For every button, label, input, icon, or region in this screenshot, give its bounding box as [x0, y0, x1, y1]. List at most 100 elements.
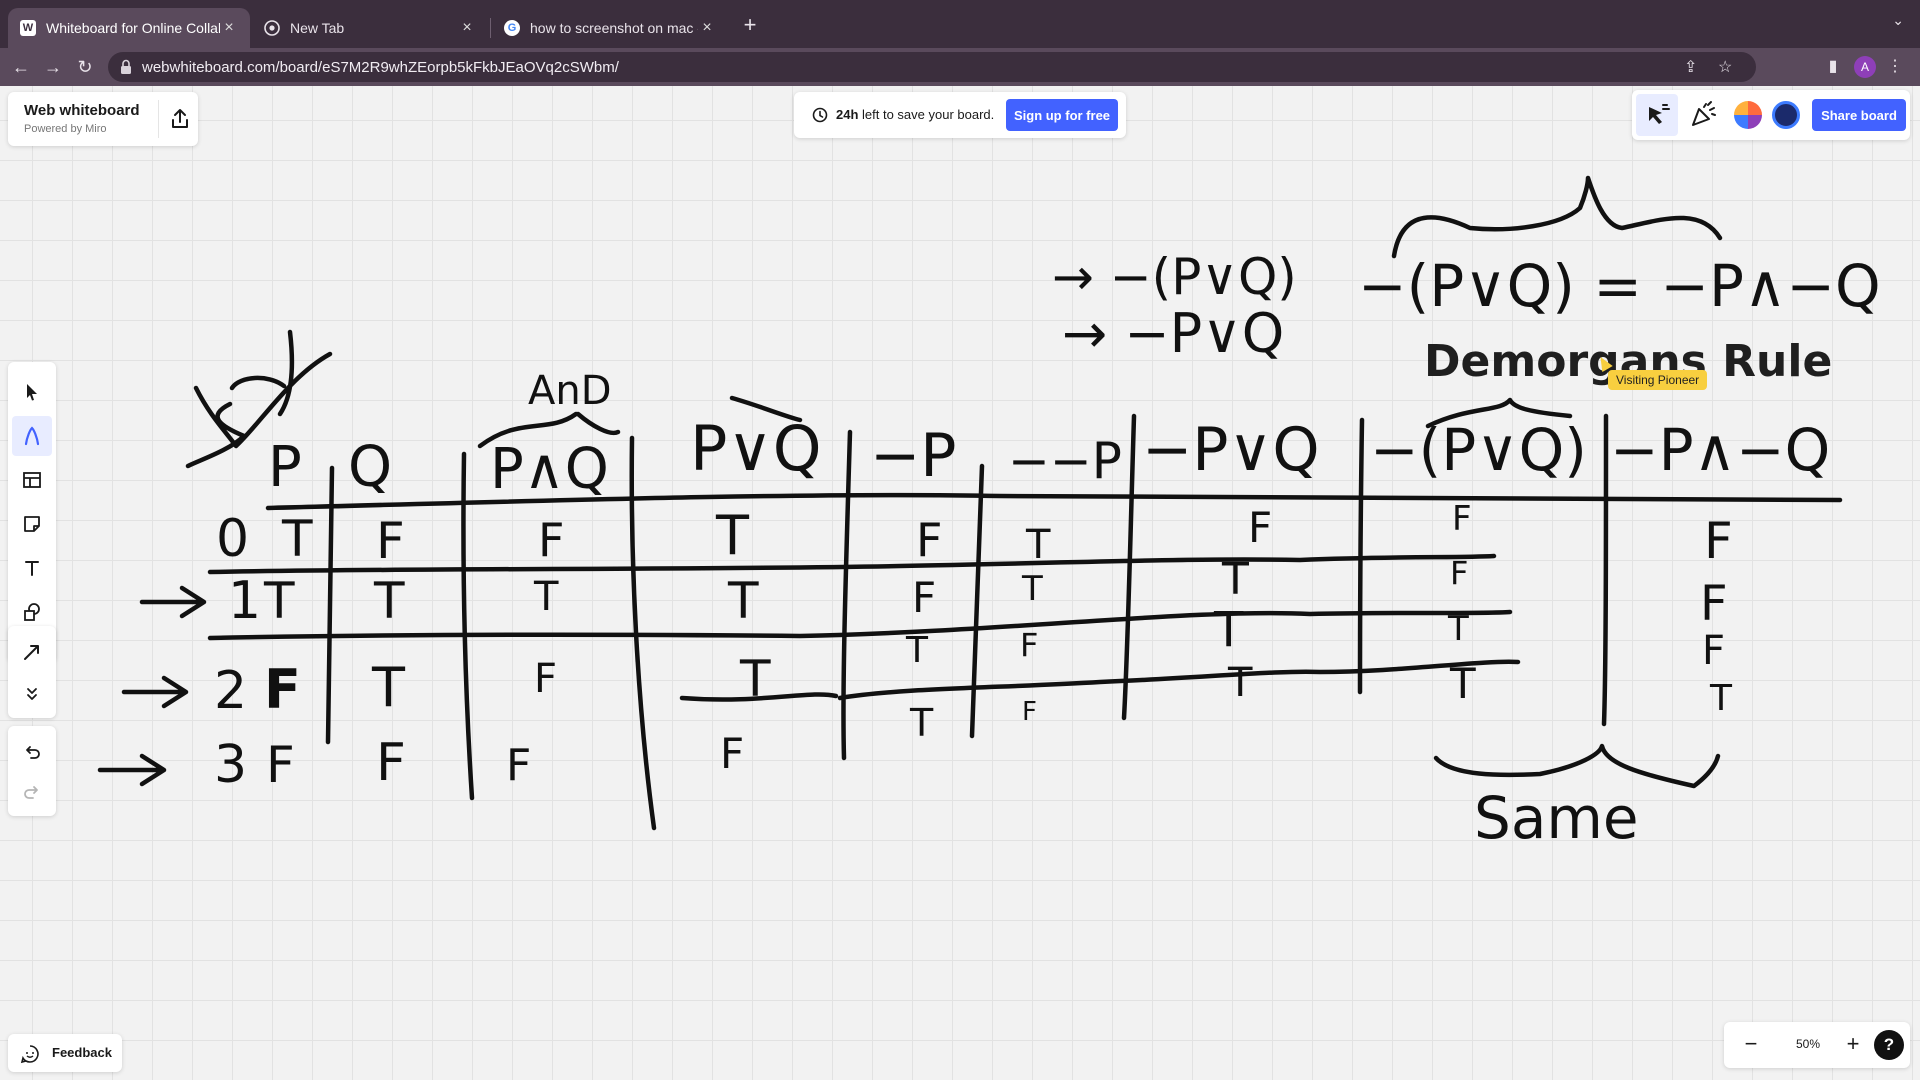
zoom-out-button[interactable]: − — [1736, 1030, 1766, 1060]
cell-r2-c0: F — [264, 658, 301, 721]
url-text: webwhiteboard.com/board/eS7M2R9whZEorpb5… — [142, 59, 619, 76]
row-arrow-1 — [139, 585, 207, 619]
export-button[interactable] — [164, 102, 196, 136]
header-not-p-or-q: −P∨Q — [1142, 415, 1320, 485]
cell-r0-c5: T — [1025, 522, 1051, 568]
text-icon — [25, 561, 39, 576]
forward-arrow-icon[interactable]: → — [40, 54, 66, 80]
row-arrow-3 — [97, 753, 167, 787]
chevron-double-down-icon — [27, 688, 37, 700]
feedback-smile-icon — [20, 1045, 39, 1064]
chrome-favicon-icon — [264, 20, 280, 36]
formula-rule: −(P∨Q) = −P∧−Q — [1358, 252, 1881, 320]
cell-r0-c0: T — [281, 510, 313, 568]
tab-search-chevron-icon[interactable]: ⌄ — [1892, 12, 1904, 29]
own-avatar[interactable] — [1772, 101, 1800, 129]
lock-icon — [121, 59, 131, 74]
feedback-button[interactable]: Feedback — [8, 1034, 122, 1072]
col-rule-7 — [1357, 417, 1365, 695]
cell-r1-c7: F — [1450, 554, 1468, 592]
row-arrow-2 — [121, 675, 189, 709]
cell-r3-c1: F — [376, 733, 406, 793]
text-tool[interactable] — [12, 548, 52, 588]
sign-up-button[interactable]: Sign up for free — [1006, 99, 1118, 131]
sticky-note-tool[interactable] — [12, 504, 52, 544]
brace-bottom — [1433, 743, 1721, 789]
side-panel-icon[interactable]: ▮ — [1820, 54, 1846, 80]
cell-r2-c4: T — [905, 630, 929, 671]
cell-r1-c4: F — [912, 573, 936, 622]
reload-icon[interactable]: ↻ — [72, 54, 98, 80]
brand-name[interactable]: Web whiteboard — [24, 102, 140, 119]
clock-icon — [812, 107, 828, 123]
address-bar[interactable]: webwhiteboard.com/board/eS7M2R9whZEorpb5… — [108, 52, 1756, 82]
col-rule-5 — [969, 463, 985, 739]
save-notice-text: 24h left to save your board. — [836, 107, 994, 122]
connector-tool[interactable] — [12, 632, 52, 672]
cell-r1-c2: T — [533, 574, 559, 620]
new-tab-icon[interactable]: + — [736, 12, 764, 40]
handwritten-truth-table: −(P∨Q) = −P∧−Q → −(P∨Q) → −P∨Q AnD P Q P… — [97, 175, 1881, 852]
help-button[interactable]: ? — [1874, 1030, 1904, 1060]
back-arrow-icon[interactable]: ← — [8, 54, 34, 80]
cell-r3-c7: T — [1449, 659, 1476, 708]
share-page-icon[interactable]: ⇪ — [1684, 57, 1697, 77]
row-rule-3 — [679, 659, 1521, 702]
redo-icon — [24, 786, 38, 799]
col-rule-1 — [325, 465, 335, 745]
reactions-button[interactable] — [1636, 94, 1678, 136]
cell-r3-c2: F — [506, 740, 531, 791]
reactions-icon — [1649, 104, 1670, 124]
history-toolbar — [8, 726, 56, 816]
redo-button[interactable] — [12, 772, 52, 812]
close-tab-icon[interactable]: × — [220, 19, 238, 37]
tab-whiteboard[interactable]: W Whiteboard for Online Collabo × — [8, 8, 250, 48]
drawing-toolbar — [8, 362, 56, 662]
tab-new-tab[interactable]: New Tab × — [252, 8, 488, 48]
col-rule-4 — [841, 429, 853, 761]
bookmark-star-icon[interactable]: ☆ — [1718, 57, 1732, 77]
browser-menu-icon[interactable]: ⋮ — [1882, 54, 1908, 80]
tab-title: Whiteboard for Online Collabo — [46, 20, 220, 36]
pen-tool[interactable] — [12, 416, 52, 456]
cell-r0-c6: F — [1248, 503, 1272, 552]
tab-divider — [490, 18, 491, 38]
celebrate-button[interactable] — [1682, 94, 1724, 136]
zoom-level[interactable]: 50% — [1786, 1037, 1830, 1051]
sticky-note-icon — [24, 516, 40, 532]
collaborator-avatar[interactable] — [1734, 101, 1762, 129]
whiteboard-canvas[interactable]: −(P∨Q) = −P∧−Q → −(P∨Q) → −P∨Q AnD P Q P… — [0, 86, 1920, 1080]
cell-r0-c2: F — [538, 513, 564, 567]
template-tool[interactable] — [12, 460, 52, 500]
cell-r1-c0: T — [263, 572, 295, 630]
close-tab-icon[interactable]: × — [458, 19, 476, 37]
cell-r3-c4: T — [909, 701, 934, 745]
row-rule-2 — [207, 609, 1513, 641]
cell-r0-c4: F — [916, 513, 942, 567]
feedback-label: Feedback — [52, 1045, 112, 1060]
cell-r0-c1: F — [376, 512, 405, 570]
undo-button[interactable] — [12, 732, 52, 772]
save-rest: left to save your board. — [858, 107, 995, 122]
profile-avatar[interactable]: A — [1854, 56, 1876, 78]
close-tab-icon[interactable]: × — [698, 19, 716, 37]
zoom-in-button[interactable]: + — [1838, 1030, 1868, 1060]
arrow-line-icon — [24, 645, 39, 660]
cell-r3-c6: T — [1227, 660, 1253, 706]
brand-panel: Web whiteboard Powered by Miro — [8, 92, 198, 146]
row-label-3: 3 — [214, 735, 247, 795]
cell-r1-c5: T — [1021, 569, 1043, 609]
header-q: Q — [348, 435, 392, 500]
cell-r0-c8: F — [1704, 512, 1733, 570]
cell-r3-c8: T — [1709, 678, 1733, 719]
cell-r2-c3: T — [739, 650, 771, 708]
row-label-1: 1 — [228, 571, 261, 631]
header-p-or-q: P∨Q — [690, 412, 822, 485]
row-label-2: 2 — [214, 661, 247, 721]
share-board-button[interactable]: Share board — [1812, 99, 1906, 131]
more-tools-button[interactable] — [12, 674, 52, 714]
brace-top — [1391, 175, 1723, 259]
tab-google-search[interactable]: G how to screenshot on mac - G × — [492, 8, 728, 48]
zoom-controls: − 50% + ? — [1724, 1022, 1910, 1068]
select-tool[interactable] — [12, 372, 52, 412]
